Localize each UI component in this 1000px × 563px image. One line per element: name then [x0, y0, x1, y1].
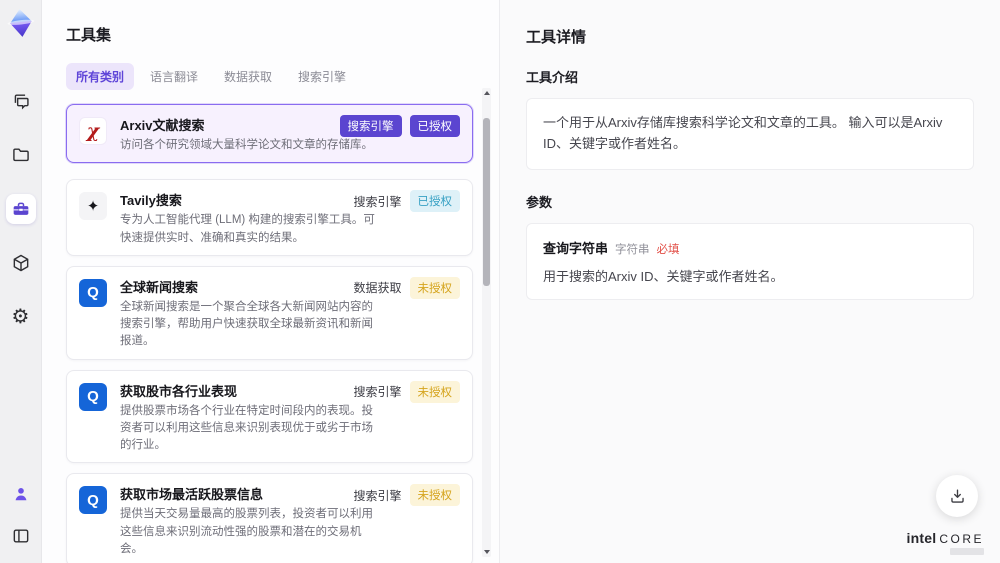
- download-button[interactable]: [936, 475, 978, 517]
- left-rail: ⚙: [0, 0, 42, 563]
- chat-icon: [14, 94, 29, 110]
- auth-badge: 已授权: [409, 190, 460, 213]
- intel-core-logo: intel core: [907, 530, 984, 555]
- nav-user[interactable]: [6, 479, 36, 509]
- category-tabs: 所有类别 语言翻译 数据获取 搜索引擎: [66, 63, 499, 90]
- scrollbar-thumb[interactable]: [483, 118, 490, 286]
- intro-heading: 工具介绍: [526, 70, 579, 85]
- auth-badge: 未授权: [409, 484, 460, 507]
- scroll-down-arrow[interactable]: [482, 547, 491, 557]
- nav-models[interactable]: [6, 248, 36, 278]
- tool-card-stock-sectors[interactable]: Q 获取股市各行业表现 提供股票市场各个行业在特定时间段内的表现。投资者可以利用…: [66, 369, 473, 464]
- brand-sub-mark: [950, 548, 984, 555]
- app-window: ⚙ 工具集 所有类别 语言翻译 数据获取 搜索引擎 χ Arxiv文献搜索 访问…: [0, 0, 1000, 563]
- intro-text: 一个用于从Arxiv存储库搜索科学论文和文章的工具。 输入可以是Arxiv ID…: [543, 115, 943, 151]
- nav-panel-toggle[interactable]: [6, 521, 36, 551]
- list-scrollbar[interactable]: [482, 88, 491, 557]
- user-avatar-icon: [15, 488, 26, 501]
- category-label: 数据获取: [353, 281, 402, 296]
- tab-all-categories[interactable]: 所有类别: [66, 63, 135, 90]
- tool-card-arxiv[interactable]: χ Arxiv文献搜索 访问各个研究领域大量科学论文和文章的存储库。 搜索引擎 …: [66, 104, 473, 164]
- tool-description: 专为人工智能代理 (LLM) 构建的搜索引擎工具。可快速提供实时、准确和真实的结…: [120, 214, 375, 244]
- params-heading: 参数: [526, 194, 553, 210]
- param-card: 查询字符串 字符串 必填 用于搜索的Arxiv ID、关键字或作者姓名。: [526, 222, 974, 300]
- tool-description: 提供当天交易量最高的股票列表，投资者可以利用这些信息来识别流动性强的股票和潜在的…: [120, 508, 373, 555]
- category-label: 搜索引擎: [353, 488, 402, 503]
- q-logo-icon: Q: [79, 382, 107, 411]
- page-title: 工具集: [66, 27, 112, 44]
- intro-card: 一个用于从Arxiv存储库搜索科学论文和文章的工具。 输入可以是Arxiv ID…: [526, 98, 974, 170]
- tab-search-engine[interactable]: 搜索引擎: [288, 63, 356, 90]
- cube-icon: [13, 254, 28, 272]
- nav-files[interactable]: [6, 140, 36, 170]
- param-description: 用于搜索的Arxiv ID、关键字或作者姓名。: [543, 268, 784, 284]
- arxiv-logo-icon: χ: [79, 117, 107, 145]
- category-badge: 搜索引擎: [339, 115, 402, 137]
- scroll-up-arrow[interactable]: [482, 88, 491, 98]
- tab-language-translation[interactable]: 语言翻译: [140, 63, 208, 90]
- tool-description: 提供股票市场各个行业在特定时间段内的表现。投资者可以利用这些信息来识别表现优于或…: [120, 404, 373, 452]
- core-wordmark: core: [939, 532, 984, 546]
- intel-wordmark: intel: [906, 530, 937, 546]
- tool-list-panel: 工具集 所有类别 语言翻译 数据获取 搜索引擎 χ Arxiv文献搜索 访问各个…: [42, 0, 500, 563]
- tool-card-global-news[interactable]: Q 全球新闻搜索 全球新闻搜索是一个聚合全球各大新闻网站内容的搜索引擎，帮助用户…: [66, 265, 473, 360]
- tool-card-active-stocks[interactable]: Q 获取市场最活跃股票信息 提供当天交易量最高的股票列表，投资者可以利用这些信息…: [66, 473, 473, 563]
- param-type: 字符串: [615, 243, 650, 256]
- nav-settings[interactable]: ⚙: [6, 302, 36, 332]
- category-label: 搜索引擎: [353, 194, 402, 209]
- q-logo-icon: Q: [79, 278, 107, 307]
- toolbox-icon: [13, 202, 28, 215]
- download-icon: [950, 488, 964, 503]
- tavily-star-icon: ✦: [79, 192, 107, 221]
- auth-badge: 已授权: [409, 115, 460, 137]
- param-required-badge: 必填: [656, 243, 680, 256]
- tool-description: 访问各个研究领域大量科学论文和文章的存储库。: [120, 139, 373, 151]
- folder-icon: [12, 148, 29, 162]
- q-logo-icon: Q: [79, 486, 107, 515]
- category-label: 搜索引擎: [353, 385, 402, 399]
- tool-list: χ Arxiv文献搜索 访问各个研究领域大量科学论文和文章的存储库。 搜索引擎 …: [66, 104, 473, 563]
- gear-icon: ⚙: [11, 306, 30, 328]
- nav-chat[interactable]: [6, 86, 36, 116]
- param-name: 查询字符串: [543, 240, 609, 256]
- details-title: 工具详情: [526, 29, 587, 46]
- panel-toggle-icon: [13, 529, 28, 543]
- tool-card-tavily[interactable]: ✦ Tavily搜索 专为人工智能代理 (LLM) 构建的搜索引擎工具。可快速提…: [66, 179, 473, 256]
- auth-badge: 未授权: [409, 380, 460, 403]
- tool-details-panel: 工具详情 工具介绍 一个用于从Arxiv存储库搜索科学论文和文章的工具。 输入可…: [500, 0, 1000, 563]
- auth-badge: 未授权: [409, 276, 460, 299]
- nav-tools-active[interactable]: [5, 194, 36, 224]
- app-logo-icon: [6, 8, 36, 38]
- tool-description: 全球新闻搜索是一个聚合全球各大新闻网站内容的搜索引擎，帮助用户快速获取全球最新资…: [120, 300, 373, 348]
- tab-data-fetch[interactable]: 数据获取: [214, 63, 282, 90]
